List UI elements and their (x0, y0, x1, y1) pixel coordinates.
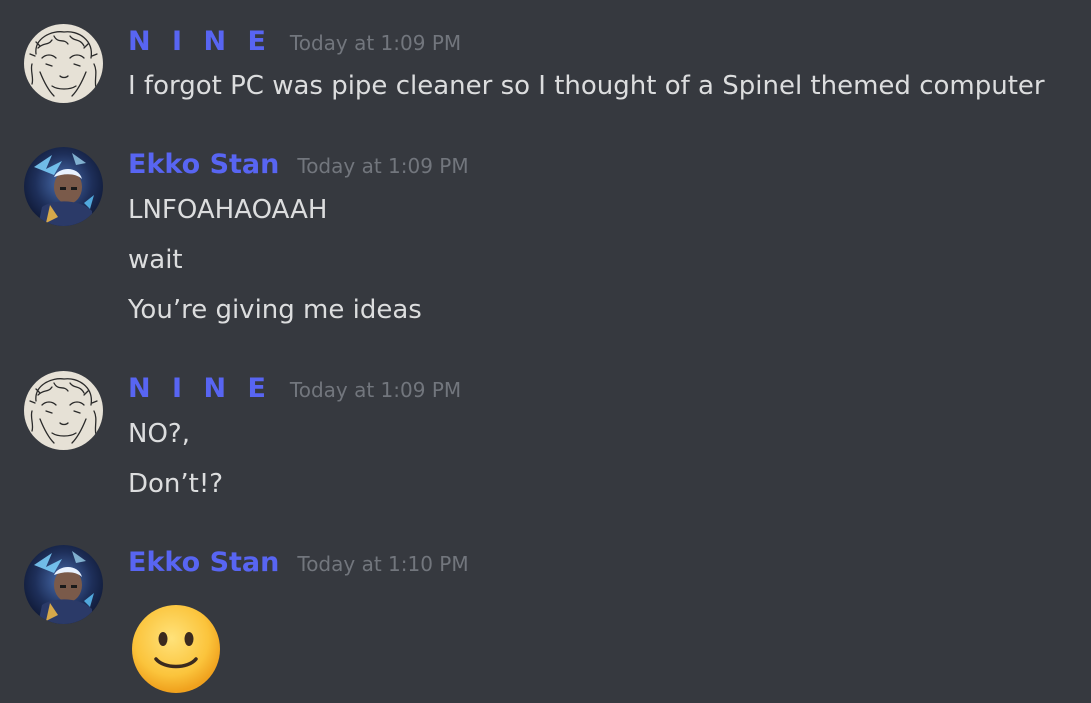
avatar[interactable] (24, 24, 103, 103)
timestamp[interactable]: Today at 1:09 PM (290, 378, 461, 402)
ekko-avatar-icon (24, 545, 103, 624)
avatar[interactable] (24, 371, 103, 450)
message-group: Ekko Stan Today at 1:09 PM LNFOAHAOAAH w… (0, 147, 1091, 337)
message-header: Ekko Stan Today at 1:09 PM (128, 149, 469, 189)
message-text: LNFOAHAOAAH (128, 195, 328, 225)
message-text: You’re giving me ideas (128, 295, 422, 325)
message-header: N I N E Today at 1:09 PM (128, 373, 461, 413)
message-text: NO?, (128, 419, 190, 449)
message-text: Don’t!? (128, 469, 224, 499)
sketch-anime-avatar-icon (24, 371, 103, 450)
chat-message-list: N I N E Today at 1:09 PM I forgot PC was… (0, 0, 1091, 703)
message-text: I forgot PC was pipe cleaner so I though… (128, 71, 1045, 101)
message-group: N I N E Today at 1:09 PM NO?, Don’t!? (0, 371, 1091, 511)
timestamp[interactable]: Today at 1:09 PM (290, 31, 461, 55)
message-group: N I N E Today at 1:09 PM I forgot PC was… (0, 24, 1091, 114)
ekko-avatar-icon (24, 147, 103, 226)
slightly-smiling-face-emoji-icon[interactable] (130, 603, 222, 695)
username[interactable]: Ekko Stan (128, 149, 279, 180)
message-text: wait (128, 245, 183, 275)
message-group: Ekko Stan Today at 1:10 PM (0, 545, 1091, 695)
message-header: N I N E Today at 1:09 PM (128, 26, 461, 66)
message-header: Ekko Stan Today at 1:10 PM (128, 547, 469, 587)
username[interactable]: N I N E (128, 26, 272, 57)
avatar[interactable] (24, 545, 103, 624)
username[interactable]: Ekko Stan (128, 547, 279, 578)
username[interactable]: N I N E (128, 373, 272, 404)
timestamp[interactable]: Today at 1:09 PM (297, 154, 468, 178)
timestamp[interactable]: Today at 1:10 PM (297, 552, 468, 576)
avatar[interactable] (24, 147, 103, 226)
sketch-anime-avatar-icon (24, 24, 103, 103)
